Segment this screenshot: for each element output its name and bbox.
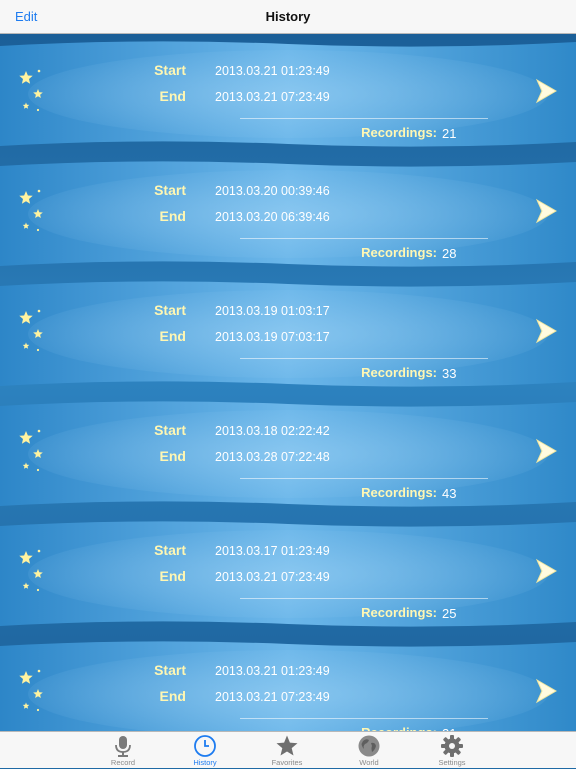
tab-label-settings: Settings bbox=[438, 758, 466, 767]
stars-icon bbox=[19, 69, 43, 112]
chevron-right-icon[interactable] bbox=[534, 558, 558, 584]
recordings-label: Recordings: bbox=[361, 125, 437, 140]
recordings-label: Recordings: bbox=[361, 485, 437, 500]
stars-icon bbox=[19, 669, 43, 712]
tab-bar: Record History Favorites World Settings bbox=[0, 731, 576, 768]
end-label: End bbox=[159, 568, 186, 584]
tab-label-world: World bbox=[359, 758, 379, 767]
tab-label-record: Record bbox=[110, 758, 136, 767]
row-divider bbox=[240, 718, 488, 719]
history-row[interactable]: Start 2013.03.18 02:22:42 End 2013.03.28… bbox=[0, 394, 576, 514]
end-label: End bbox=[159, 88, 186, 104]
clock-icon bbox=[194, 735, 216, 757]
stars-icon bbox=[19, 309, 43, 352]
navigation-bar: Edit History bbox=[0, 0, 576, 34]
start-label: Start bbox=[154, 542, 186, 558]
recordings-label: Recordings: bbox=[361, 245, 437, 260]
end-label: End bbox=[159, 328, 186, 344]
recordings-label: Recordings: bbox=[361, 605, 437, 620]
row-divider bbox=[240, 358, 488, 359]
history-row[interactable]: Start 2013.03.20 00:39:46 End 2013.03.20… bbox=[0, 154, 576, 274]
recordings-count: 21 bbox=[442, 126, 457, 141]
history-row[interactable]: Start 2013.03.19 01:03:17 End 2013.03.19… bbox=[0, 274, 576, 394]
history-row[interactable]: Start 2013.03.21 01:23:49 End 2013.03.21… bbox=[0, 34, 576, 154]
start-label: Start bbox=[154, 422, 186, 438]
row-divider bbox=[240, 238, 488, 239]
chevron-right-icon[interactable] bbox=[534, 198, 558, 224]
stars-icon bbox=[19, 189, 43, 232]
end-time: 2013.03.19 07:03:17 bbox=[215, 330, 330, 344]
start-time: 2013.03.20 00:39:46 bbox=[215, 184, 330, 198]
recordings-count: 43 bbox=[442, 486, 457, 501]
recordings-label: Recordings: bbox=[361, 365, 437, 380]
recordings-count: 28 bbox=[442, 246, 457, 261]
start-time: 2013.03.18 02:22:42 bbox=[215, 424, 330, 438]
end-time: 2013.03.21 07:23:49 bbox=[215, 90, 330, 104]
start-time: 2013.03.19 01:03:17 bbox=[215, 304, 330, 318]
end-time: 2013.03.21 07:23:49 bbox=[215, 570, 330, 584]
start-label: Start bbox=[154, 302, 186, 318]
end-label: End bbox=[159, 448, 186, 464]
tab-record[interactable]: Record bbox=[91, 732, 155, 769]
recordings-count: 33 bbox=[442, 366, 457, 381]
tab-world[interactable]: World bbox=[337, 732, 401, 769]
tab-settings[interactable]: Settings bbox=[420, 732, 484, 769]
gear-icon bbox=[441, 735, 463, 757]
chevron-right-icon[interactable] bbox=[534, 678, 558, 704]
microphone-icon bbox=[115, 736, 131, 757]
start-time: 2013.03.21 01:23:49 bbox=[215, 664, 330, 678]
end-time: 2013.03.20 06:39:46 bbox=[215, 210, 330, 224]
chevron-right-icon[interactable] bbox=[534, 318, 558, 344]
start-time: 2013.03.17 01:23:49 bbox=[215, 544, 330, 558]
start-label: Start bbox=[154, 182, 186, 198]
chevron-right-icon[interactable] bbox=[534, 78, 558, 104]
star-icon bbox=[276, 735, 298, 756]
tab-favorites[interactable]: Favorites bbox=[255, 732, 319, 769]
row-divider bbox=[240, 478, 488, 479]
history-row[interactable]: Start 2013.03.21 01:23:49 End 2013.03.21… bbox=[0, 634, 576, 731]
row-divider bbox=[240, 598, 488, 599]
start-label: Start bbox=[154, 62, 186, 78]
recordings-count: 25 bbox=[442, 606, 457, 621]
tab-label-history: History bbox=[193, 758, 217, 767]
end-time: 2013.03.28 07:22:48 bbox=[215, 450, 330, 464]
history-list[interactable]: Start 2013.03.21 01:23:49 End 2013.03.21… bbox=[0, 34, 576, 731]
globe-icon bbox=[358, 735, 380, 757]
chevron-right-icon[interactable] bbox=[534, 438, 558, 464]
page-title: History bbox=[265, 9, 311, 24]
end-label: End bbox=[159, 208, 186, 224]
start-time: 2013.03.21 01:23:49 bbox=[215, 64, 330, 78]
history-row[interactable]: Start 2013.03.17 01:23:49 End 2013.03.21… bbox=[0, 514, 576, 634]
row-divider bbox=[240, 118, 488, 119]
start-label: Start bbox=[154, 662, 186, 678]
end-label: End bbox=[159, 688, 186, 704]
end-time: 2013.03.21 07:23:49 bbox=[215, 690, 330, 704]
tab-history[interactable]: History bbox=[173, 732, 237, 769]
stars-icon bbox=[19, 429, 43, 472]
tab-label-favorites: Favorites bbox=[271, 758, 303, 767]
stars-icon bbox=[19, 549, 43, 592]
